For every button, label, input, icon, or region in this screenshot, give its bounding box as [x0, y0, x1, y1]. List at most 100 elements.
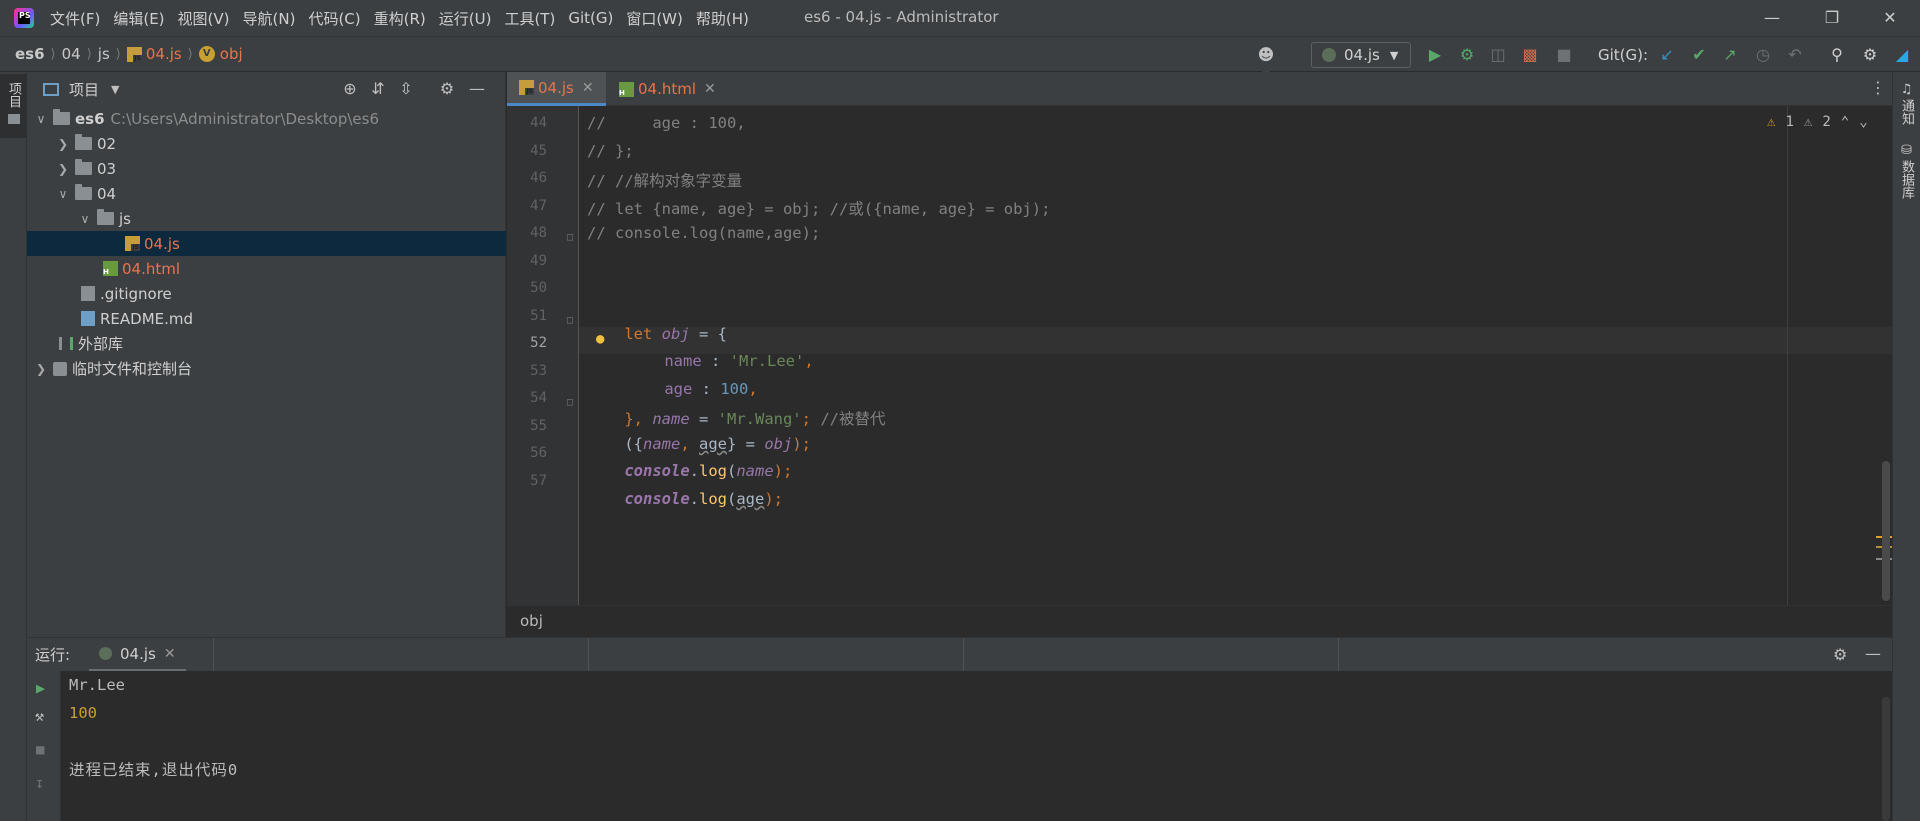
- tree-item-02[interactable]: ❯ 02: [27, 131, 506, 156]
- chevron-down-icon[interactable]: ▼: [111, 83, 119, 96]
- code-text: (: [727, 490, 737, 508]
- tab-label: 04.html: [638, 80, 697, 98]
- locate-icon[interactable]: ⊕: [340, 79, 360, 99]
- close-icon[interactable]: ✕: [582, 80, 594, 96]
- project-tool-button[interactable]: 项目: [0, 74, 27, 138]
- crumb-04-js[interactable]: 04.js: [146, 45, 182, 63]
- user-icon[interactable]: ☻▾: [1256, 45, 1276, 84]
- function-name: log: [699, 490, 727, 508]
- gear-icon[interactable]: ⚙: [1833, 645, 1847, 664]
- run-config-label: 04.js: [1344, 46, 1380, 64]
- tree-item-es6[interactable]: ∨ es6 C:\Users\Administrator\Desktop\es6: [27, 106, 506, 131]
- tree-item-external-libraries[interactable]: 外部库: [27, 331, 506, 356]
- gear-icon[interactable]: ⚙: [1860, 45, 1880, 65]
- menu-git[interactable]: Git(G): [568, 9, 613, 27]
- chevron-down-icon[interactable]: ∨: [55, 187, 71, 201]
- search-icon[interactable]: ⚲: [1827, 45, 1847, 65]
- collapse-all-icon[interactable]: ⇳: [396, 79, 416, 99]
- menu-refactor[interactable]: 重构(R): [374, 8, 426, 29]
- tree-item-readme[interactable]: README.md: [27, 306, 506, 331]
- hide-panel-icon[interactable]: —: [467, 79, 487, 99]
- tree-item-04-html[interactable]: 04.html: [27, 256, 506, 281]
- tree-item-scratches[interactable]: ❯ 临时文件和控制台: [27, 356, 506, 381]
- code-line-45: // };: [587, 142, 634, 160]
- restore-icon[interactable]: ❐: [1820, 6, 1844, 30]
- crumb-js[interactable]: js: [98, 45, 110, 63]
- lightbulb-icon[interactable]: ●: [596, 331, 604, 347]
- crumb-es6[interactable]: es6: [15, 45, 45, 63]
- profile-icon[interactable]: ▩: [1520, 45, 1540, 65]
- crumb-obj[interactable]: obj: [220, 45, 243, 63]
- tab-04-js[interactable]: 04.js ✕: [507, 72, 606, 106]
- tab-04-html[interactable]: 04.html ✕: [607, 72, 728, 106]
- identifier: age: [736, 490, 765, 508]
- scroll-to-end-icon[interactable]: ↧: [35, 774, 44, 792]
- menu-edit[interactable]: 编辑(E): [113, 8, 164, 29]
- tree-item-js[interactable]: ∨ js: [27, 206, 506, 231]
- tree-item-04-js[interactable]: 04.js: [27, 231, 506, 256]
- chevron-down-icon[interactable]: ∨: [77, 212, 93, 226]
- database-icon[interactable]: ⛁: [1901, 143, 1912, 158]
- more-icon[interactable]: ⋮: [1870, 78, 1886, 97]
- rerun-icon[interactable]: ▶: [36, 679, 45, 697]
- run-icon[interactable]: ▶: [1425, 45, 1445, 65]
- tree-item-label: 02: [97, 134, 117, 153]
- run-tab-04-js[interactable]: 04.js ✕: [89, 638, 186, 672]
- tree-item-04[interactable]: ∨ 04: [27, 181, 506, 206]
- close-icon[interactable]: ✕: [1878, 6, 1902, 30]
- console-scrollbar[interactable]: [1882, 697, 1890, 821]
- debug-icon[interactable]: ⚙: [1457, 45, 1477, 65]
- coverage-icon[interactable]: ◫: [1488, 45, 1508, 65]
- menu-tools[interactable]: 工具(T): [504, 8, 555, 29]
- chevron-right-icon[interactable]: ❯: [33, 362, 49, 376]
- git-rollback-icon[interactable]: ↶: [1785, 45, 1805, 65]
- chevron-down-icon[interactable]: ⌄: [1859, 114, 1867, 130]
- menu-run[interactable]: 运行(U): [439, 8, 492, 29]
- run-config-select[interactable]: 04.js ▼: [1311, 42, 1411, 68]
- line-number: 49: [530, 253, 547, 269]
- git-history-icon[interactable]: ◷: [1753, 45, 1773, 65]
- stop-icon[interactable]: ■: [36, 742, 44, 758]
- menu-help[interactable]: 帮助(H): [696, 8, 749, 29]
- chevron-right-icon[interactable]: ❯: [55, 162, 71, 176]
- chevron-up-icon[interactable]: ⌃: [1841, 114, 1849, 130]
- menu-view[interactable]: 视图(V): [178, 8, 230, 29]
- project-panel-title[interactable]: 项目: [69, 79, 99, 100]
- git-update-icon[interactable]: ↙: [1657, 45, 1677, 65]
- fold-icon[interactable]: □: [567, 232, 573, 243]
- git-commit-icon[interactable]: ✔: [1689, 45, 1709, 65]
- jetbrains-toolbox-icon[interactable]: ◢: [1892, 45, 1912, 65]
- crumb-04[interactable]: 04: [62, 45, 81, 63]
- menu-code[interactable]: 代码(C): [308, 8, 360, 29]
- chevron-right-icon[interactable]: ❯: [55, 137, 71, 151]
- line-number: 45: [530, 143, 547, 159]
- fold-icon[interactable]: □: [567, 397, 573, 408]
- menu-navigate[interactable]: 导航(N): [243, 8, 296, 29]
- wrench-icon[interactable]: ⚒: [35, 707, 44, 725]
- tree-item-03[interactable]: ❯ 03: [27, 156, 506, 181]
- minimize-icon[interactable]: —: [1760, 6, 1784, 30]
- editor-breadcrumb[interactable]: obj: [507, 605, 1892, 637]
- tree-item-gitignore[interactable]: .gitignore: [27, 281, 506, 306]
- menu-file[interactable]: 文件(F): [50, 8, 100, 29]
- editor-scrollbar[interactable]: [1882, 461, 1890, 601]
- git-push-icon[interactable]: ↗: [1720, 45, 1740, 65]
- folder-icon: [97, 209, 114, 225]
- line-number: 51: [530, 308, 547, 324]
- chevron-down-icon: ▼: [1389, 48, 1399, 62]
- gear-icon[interactable]: ⚙: [437, 79, 457, 99]
- run-console[interactable]: ▶ ⚒ ■ ↧ Mr.Lee 100 进程已结束,退出代码0: [27, 671, 1892, 821]
- menu-window[interactable]: 窗口(W): [626, 8, 683, 29]
- inspection-widget[interactable]: ⚠ 1 ⚠ 2 ⌃ ⌄: [1767, 114, 1868, 130]
- bell-icon[interactable]: ♫: [1901, 82, 1913, 97]
- close-icon[interactable]: ✕: [164, 646, 176, 662]
- stop-icon[interactable]: ■: [1554, 45, 1574, 65]
- hide-panel-icon[interactable]: —: [1865, 644, 1881, 663]
- close-icon[interactable]: ✕: [704, 81, 716, 97]
- code-editor[interactable]: 44 45 46 47 48 49 50 51 52 53 54 55 56 5…: [507, 106, 1892, 605]
- fold-icon[interactable]: □: [567, 315, 573, 326]
- database-stripe-label[interactable]: 数据库: [1897, 160, 1916, 199]
- chevron-down-icon[interactable]: ∨: [33, 112, 49, 126]
- expand-all-icon[interactable]: ⇵: [368, 79, 388, 99]
- notifications-stripe-label[interactable]: 通知: [1897, 99, 1916, 125]
